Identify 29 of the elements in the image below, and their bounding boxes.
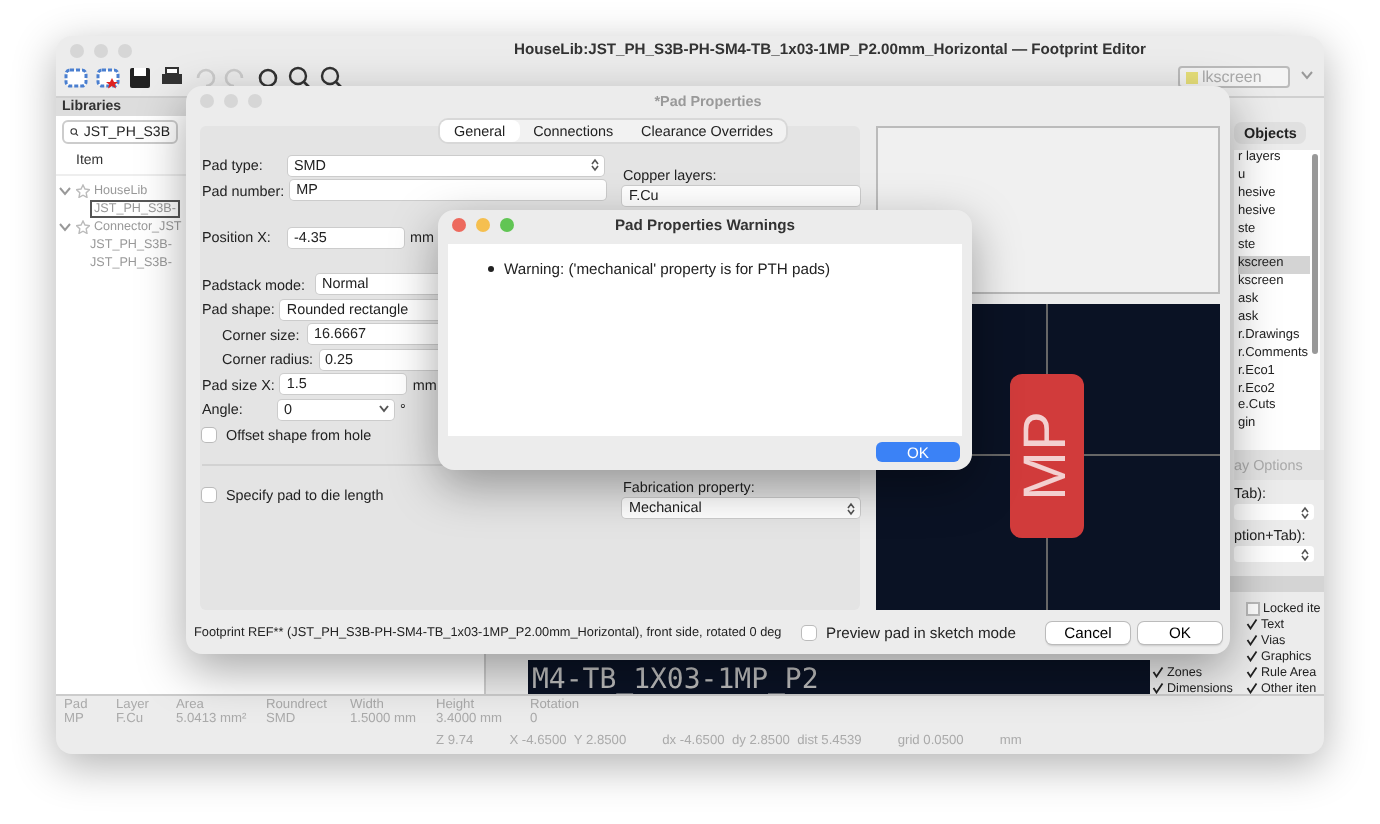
window-controls[interactable] xyxy=(452,218,514,232)
checkbox[interactable] xyxy=(202,488,216,503)
check-icon[interactable] xyxy=(1152,666,1164,678)
updown-arrow-icon[interactable] xyxy=(1300,505,1310,519)
checkbox[interactable] xyxy=(1246,601,1260,615)
check-icon[interactable] xyxy=(1152,682,1164,694)
updown-arrow-icon[interactable] xyxy=(590,158,600,173)
bullet-icon xyxy=(488,266,494,272)
save-icon[interactable] xyxy=(128,66,152,90)
scrollbar[interactable] xyxy=(1312,154,1318,354)
check-icon[interactable] xyxy=(1246,682,1258,694)
checkbox[interactable] xyxy=(802,625,816,639)
canvas-text: M4-TB_1X03-1MP_P2 xyxy=(528,660,1150,696)
chevron-down-icon[interactable] xyxy=(378,402,390,415)
check-icon[interactable] xyxy=(1246,634,1258,646)
updown-arrow-icon[interactable] xyxy=(846,501,856,515)
layer-color-icon[interactable] xyxy=(1186,71,1198,83)
library-icon[interactable] xyxy=(64,66,88,90)
check-icon[interactable] xyxy=(1246,650,1258,662)
pad-label: MP xyxy=(1013,411,1081,501)
search-icon[interactable] xyxy=(70,124,80,140)
star-icon[interactable] xyxy=(76,184,90,198)
star-icon[interactable] xyxy=(76,220,90,234)
checkbox[interactable] xyxy=(202,427,216,442)
check-icon[interactable] xyxy=(1246,666,1258,678)
updown-arrow-icon[interactable] xyxy=(1300,547,1310,561)
check-icon[interactable] xyxy=(1246,618,1258,630)
print-icon[interactable] xyxy=(160,66,184,90)
library-icon[interactable] xyxy=(96,66,120,90)
